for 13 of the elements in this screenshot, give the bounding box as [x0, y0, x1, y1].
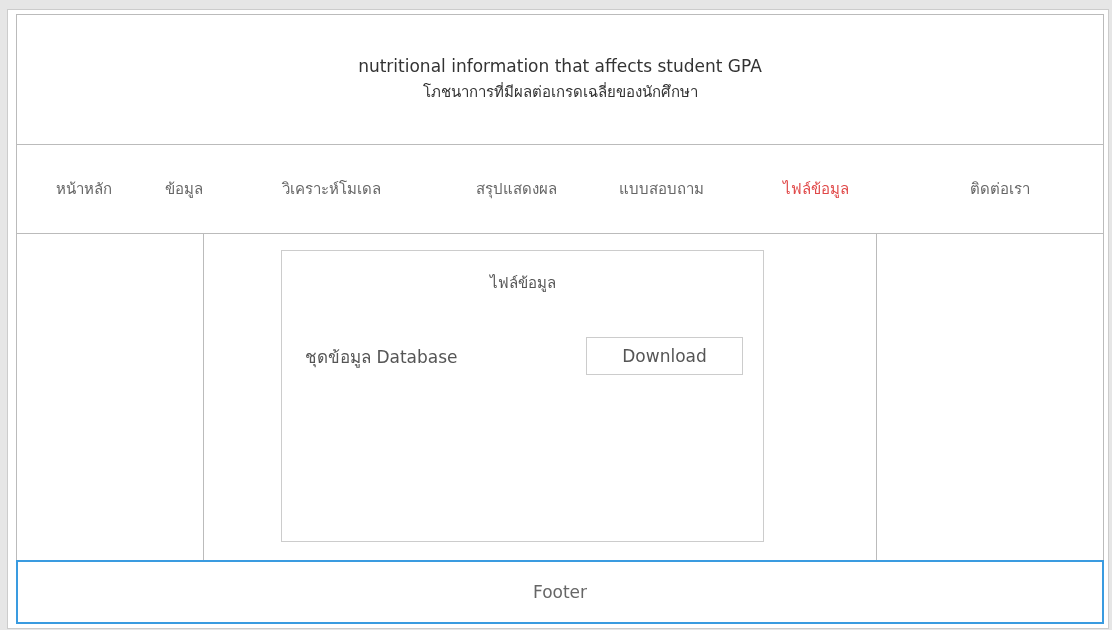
- site-title: nutritional information that affects student GPA: [358, 55, 762, 76]
- footer: Footer: [16, 560, 1104, 624]
- nav-link[interactable]: สรุปแสดงผล: [446, 177, 586, 201]
- dataset-label: ชุดข้อมูล Database: [304, 345, 458, 370]
- nav-link[interactable]: ไฟล์ข้อมูล: [736, 177, 896, 201]
- nav-link[interactable]: แบบสอบถาม: [586, 177, 736, 201]
- nav-link[interactable]: ข้อมูล: [151, 177, 216, 201]
- nav-link[interactable]: ติดต่อเรา: [896, 177, 1103, 201]
- nav-link[interactable]: หน้าหลัก: [17, 177, 151, 201]
- card-title: ไฟล์ข้อมูล: [488, 273, 557, 294]
- nav-link[interactable]: วิเคราะห์โมเดล: [216, 177, 446, 201]
- site-subtitle: โภชนาการที่มีผลต่อเกรดเฉลี่ยของนักศึกษา: [422, 81, 698, 103]
- download-button[interactable]: Download: [586, 337, 743, 375]
